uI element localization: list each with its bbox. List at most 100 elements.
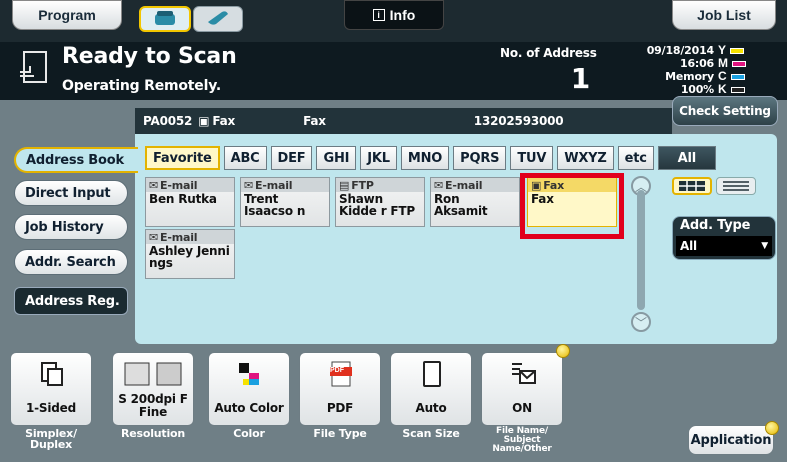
toner-row-k: K <box>718 83 776 96</box>
info-label: Info <box>389 7 416 23</box>
setting-changed-indicator <box>556 344 570 358</box>
resolution-icon <box>124 362 182 386</box>
toner-bar-icon <box>730 73 745 80</box>
index-tabs: Favorite ABC DEF GHI JKL MNO PQRS TUV WX… <box>145 146 716 170</box>
index-tab-favorite[interactable]: Favorite <box>145 146 220 170</box>
scan-size-icon <box>423 361 441 387</box>
simplex-duplex-tile[interactable]: 1-Sided <box>10 352 92 426</box>
tile-value: PDF <box>326 401 354 415</box>
tile-value: S 200dpi F Fine <box>118 392 188 419</box>
tile-label-resolution: Resolution <box>120 427 186 440</box>
memory-label: Memory <box>665 70 714 83</box>
one-sided-icon <box>41 362 63 386</box>
toner-bar-icon <box>730 47 745 54</box>
color-tile[interactable]: Auto Color <box>208 352 290 426</box>
index-tab-tuv[interactable]: TUV <box>510 146 554 170</box>
add-type-select[interactable]: All ▼ <box>676 236 772 256</box>
index-tab-abc[interactable]: ABC <box>223 146 267 170</box>
index-tab-all[interactable]: All <box>657 146 716 170</box>
card-name: Shawn Kidde r FTP <box>339 192 415 218</box>
add-type-value: All <box>680 239 697 253</box>
selection-highlight <box>520 173 624 239</box>
address-card[interactable]: ▤ FTP Shawn Kidde r FTP <box>335 177 425 227</box>
index-tab-ghi[interactable]: GHI <box>316 146 357 170</box>
tab-address-book[interactable]: Address Book <box>14 147 138 173</box>
scan-size-tile[interactable]: Auto <box>390 352 472 426</box>
tile-label-scan-size: Scan Size <box>402 427 460 440</box>
tile-label-file-name: File Name/ Subject Name/Other <box>492 426 552 454</box>
scroll-down-button[interactable]: ﹀ <box>631 312 651 332</box>
tab-addr-search[interactable]: Addr. Search <box>14 249 128 275</box>
scrollbar-track[interactable] <box>637 190 645 310</box>
toner-letter: K <box>718 82 727 96</box>
file-name-tile[interactable]: ON <box>481 352 563 426</box>
phone-mode-button[interactable] <box>193 6 243 32</box>
application-indicator <box>765 421 779 435</box>
resolution-tile[interactable]: S 200dpi F Fine <box>112 352 194 426</box>
program-tab[interactable]: Program <box>12 0 122 30</box>
info-tab[interactable]: i Info <box>344 0 444 30</box>
card-name: Ben Rutka <box>149 192 217 206</box>
address-card[interactable]: ✉ E-mail Ashley Jenni ngs <box>145 229 235 279</box>
card-type-label: E-mail <box>160 230 198 244</box>
card-type-label: E-mail <box>445 178 483 192</box>
card-type: ✉ E-mail <box>241 178 329 192</box>
destination-name: Fax <box>303 114 326 128</box>
index-tab-def[interactable]: DEF <box>270 146 313 170</box>
fax-mode-button[interactable] <box>139 6 191 32</box>
list-view-button[interactable] <box>716 177 756 195</box>
destination-bar: PA0052 ▣ Fax Fax 13202593000 <box>135 108 672 134</box>
card-type-label: E-mail <box>160 178 198 192</box>
grid-view-icon <box>679 181 705 191</box>
email-icon: ✉ <box>149 230 159 244</box>
date-text: 09/18/2014 <box>646 44 714 57</box>
ftp-icon: ▤ <box>339 178 350 192</box>
telephone-handset-icon <box>208 11 228 25</box>
index-tab-mno[interactable]: MNO <box>400 146 450 170</box>
application-button[interactable]: Application <box>688 425 774 455</box>
check-setting-button[interactable]: Check Setting <box>672 96 778 126</box>
tile-label-color: Color <box>233 427 265 440</box>
card-type-label: FTP <box>351 178 374 192</box>
scan-status-icon <box>20 51 47 83</box>
tile-value: Auto <box>415 401 447 415</box>
address-card[interactable]: ✉ E-mail Ben Rutka <box>145 177 235 227</box>
destination-type: Fax <box>212 114 236 128</box>
pdf-file-icon <box>330 361 352 387</box>
index-tab-etc[interactable]: etc <box>617 146 654 170</box>
index-tab-jkl[interactable]: JKL <box>360 146 397 170</box>
no-of-address-label: No. of Address <box>500 46 597 60</box>
email-icon: ✉ <box>434 178 444 192</box>
fax-machine-icon <box>155 11 175 25</box>
dropdown-arrow-icon: ▼ <box>761 241 768 251</box>
list-view-icon <box>723 181 749 191</box>
address-card[interactable]: ✉ E-mail Trent Isaacso n <box>240 177 330 227</box>
status-subtitle: Operating Remotely. <box>62 78 221 94</box>
destination-number: 13202593000 <box>473 114 564 128</box>
tile-label-file-type: File Type <box>313 427 367 440</box>
card-type: ▤ FTP <box>336 178 424 192</box>
tab-direct-input[interactable]: Direct Input <box>14 180 128 206</box>
index-tab-pqrs[interactable]: PQRS <box>453 146 507 170</box>
email-icon: ✉ <box>149 178 159 192</box>
index-tab-wxyz[interactable]: WXYZ <box>557 146 614 170</box>
address-reg-button[interactable]: Address Reg. <box>14 287 128 315</box>
toner-bar-icon <box>730 86 745 93</box>
email-icon: ✉ <box>244 178 254 192</box>
status-title: Ready to Scan <box>62 44 237 69</box>
card-type: ✉ E-mail <box>146 178 234 192</box>
card-name: Ron Aksamit <box>434 192 488 218</box>
grid-view-button[interactable] <box>672 177 712 195</box>
card-type: ✉ E-mail <box>146 230 234 244</box>
tab-job-history[interactable]: Job History <box>14 214 128 240</box>
job-list-tab[interactable]: Job List <box>672 0 776 30</box>
tile-value: 1-Sided <box>25 401 76 415</box>
info-icon: i <box>372 9 385 21</box>
pdf-badge-text: PDF <box>330 367 344 374</box>
fax-small-icon: ▣ <box>198 114 210 128</box>
file-type-tile[interactable]: PDF PDF <box>299 352 381 426</box>
address-card[interactable]: ✉ E-mail Ron Aksamit <box>430 177 520 227</box>
tile-value: Auto Color <box>214 401 284 415</box>
destination-id: PA0052 <box>143 114 193 128</box>
file-name-mail-icon <box>512 363 536 384</box>
